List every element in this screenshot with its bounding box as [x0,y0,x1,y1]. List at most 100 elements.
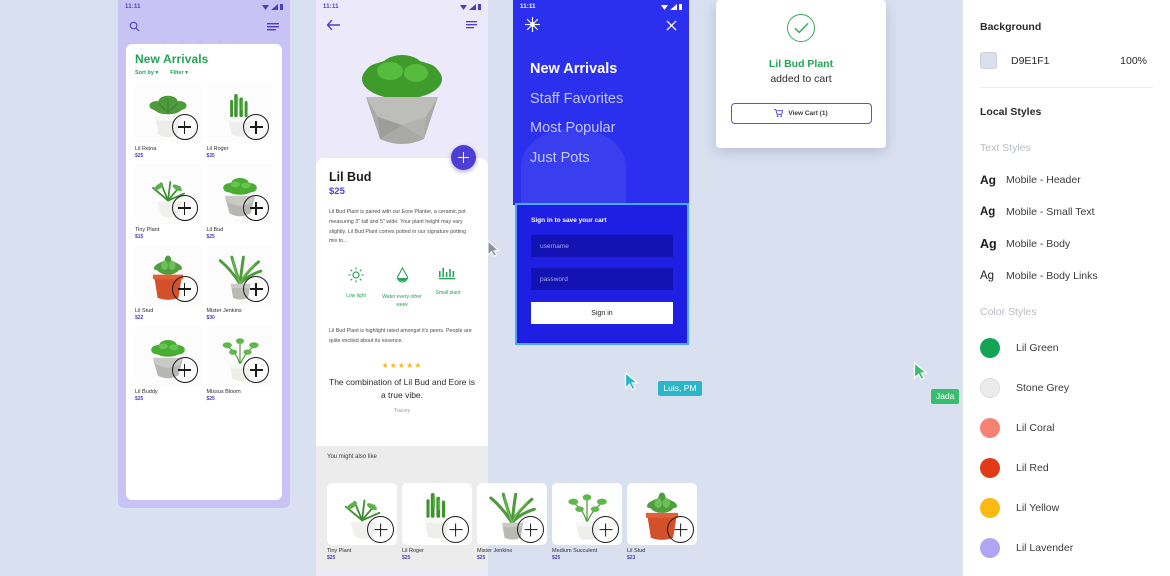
toast-product-name: Lil Bud Plant [768,58,834,70]
color-style-label: Lil Yellow [1016,502,1060,514]
product-name: Lil Roger [206,146,229,152]
product-thumbnail[interactable] [477,483,547,545]
product-price: $25 [206,396,215,402]
added-to-cart-toast[interactable]: Lil Bud Plant added to cart View Cart (1… [716,0,886,148]
color-swatch[interactable] [980,378,1000,398]
product-card[interactable]: Lil Roger $35 [206,83,273,159]
filter-button[interactable]: Filter ▾ [170,70,188,76]
color-style-row[interactable]: Stone Grey [980,378,1153,398]
product-thumbnail[interactable] [327,483,397,545]
care-label: Water every other week [382,294,422,308]
background-color-row[interactable]: D9E1F1 100% [980,52,1153,69]
color-style-row[interactable]: Lil Lavender [980,538,1153,558]
search-icon[interactable] [129,19,140,37]
background-hex-value[interactable]: D9E1F1 [1011,55,1050,67]
product-thumbnail[interactable] [627,483,697,545]
text-style-row[interactable]: Ag Mobile - Header [980,173,1153,187]
background-opacity-value[interactable]: 100% [1120,55,1147,67]
carousel-item[interactable]: Medium Succulent $25 [552,483,622,561]
color-style-row[interactable]: Lil Coral [980,418,1153,438]
product-card[interactable]: Mister Jenkins $30 [206,245,273,321]
design-canvas[interactable]: 11:11 New Arrivals Sort by ▾ Filter ▾ Li… [0,0,960,576]
product-thumbnail[interactable] [402,483,472,545]
back-arrow-icon[interactable] [326,17,340,35]
sunburst-icon[interactable] [525,17,540,37]
text-style-row[interactable]: Ag Mobile - Body [980,237,1153,251]
add-to-cart-button[interactable] [171,114,198,140]
product-card[interactable]: Lil Bud $25 [206,164,273,240]
username-input[interactable]: username [531,235,673,257]
product-thumbnail[interactable] [552,483,622,545]
product-card[interactable]: Lil Reina $25 [135,83,202,159]
mouse-pointer-icon [487,239,500,262]
product-thumbnail[interactable] [135,164,202,224]
product-thumbnail[interactable] [206,83,273,143]
cart-icon [774,108,784,119]
product-card[interactable]: Lil Stud $22 [135,245,202,321]
text-style-preview: Ag [980,206,996,218]
add-to-cart-button[interactable] [243,357,269,383]
text-style-row[interactable]: Ag Mobile - Body Links [980,270,1153,282]
product-card[interactable]: Missus Bloom $25 [206,326,273,402]
add-to-cart-button[interactable] [171,195,198,221]
background-color-swatch[interactable] [980,52,997,69]
add-to-cart-button[interactable] [243,276,269,302]
also-like-carousel[interactable]: Tiny Plant $25 Lil Roger $25 Mister Jenkin… [327,483,697,561]
product-thumbnail[interactable] [135,245,202,305]
add-to-cart-button[interactable] [667,516,694,543]
collaborator-label: Luis, PM [658,381,702,396]
add-to-cart-fab[interactable] [451,145,476,170]
color-swatch[interactable] [980,338,1000,358]
add-to-cart-button[interactable] [442,516,469,543]
sort-by-button[interactable]: Sort by ▾ [135,70,158,76]
sign-in-panel[interactable]: Sign in to save your cart username passw… [515,203,689,345]
add-to-cart-button[interactable] [171,276,198,302]
status-icons [460,4,481,10]
product-card[interactable]: Lil Buddy $25 [135,326,202,402]
color-style-row[interactable]: Lil Yellow [980,498,1153,518]
carousel-item[interactable]: Lil Stud $23 [627,483,697,561]
color-style-label: Lil Coral [1016,422,1055,434]
product-price: $25 [552,555,561,561]
color-swatch[interactable] [980,418,1000,438]
add-to-cart-button[interactable] [592,516,619,543]
color-style-row[interactable]: Lil Green [980,338,1153,358]
text-style-row[interactable]: Ag Mobile - Small Text [980,206,1153,218]
color-swatch[interactable] [980,458,1000,478]
mockup-menu[interactable]: 11:11 New Arrivals Staff Favorites Most Po… [513,0,689,205]
product-card[interactable]: Tiny Plant $15 [135,164,202,240]
close-icon[interactable] [666,18,677,36]
hamburger-icon[interactable] [267,19,279,37]
app-bar [316,14,488,38]
product-thumbnail[interactable] [206,164,273,224]
text-styles-list[interactable]: Ag Mobile - Header Ag Mobile - Small Text Ag… [980,173,1153,282]
color-swatch[interactable] [980,498,1000,518]
toast-subtitle: added to cart [770,73,832,85]
carousel-item[interactable]: Lil Roger $25 [402,483,472,561]
hamburger-icon[interactable] [466,17,477,35]
add-to-cart-button[interactable] [517,516,544,543]
app-bar [513,14,689,40]
add-to-cart-button[interactable] [171,357,198,383]
color-style-row[interactable]: Lil Red [980,458,1153,478]
add-to-cart-button[interactable] [243,195,269,221]
mockup-new-arrivals[interactable]: 11:11 New Arrivals Sort by ▾ Filter ▾ Li… [118,0,290,508]
menu-item-staff-favorites[interactable]: Staff Favorites [530,91,689,107]
sign-in-button[interactable]: Sign in [531,302,673,324]
product-thumbnail[interactable] [135,326,202,386]
add-to-cart-button[interactable] [367,516,394,543]
password-input[interactable]: password [531,268,673,290]
color-swatch[interactable] [980,538,1000,558]
color-style-label: Lil Red [1016,462,1049,474]
view-cart-button[interactable]: View Cart (1) [730,103,872,124]
product-thumbnail[interactable] [206,326,273,386]
product-thumbnail[interactable] [206,245,273,305]
menu-item-new-arrivals[interactable]: New Arrivals [530,62,689,77]
carousel-item[interactable]: Tiny Plant $25 [327,483,397,561]
carousel-item[interactable]: Mister Jenkins $25 [477,483,547,561]
product-thumbnail[interactable] [135,83,202,143]
add-to-cart-button[interactable] [243,114,269,140]
color-styles-list[interactable]: Lil Green Stone Grey Lil Coral Lil Red Lil Y… [980,338,1153,558]
local-styles-section: Local Styles Text Styles Ag Mobile - Head… [980,88,1153,558]
properties-panel[interactable]: Background D9E1F1 100% Local Styles Text… [962,0,1170,576]
